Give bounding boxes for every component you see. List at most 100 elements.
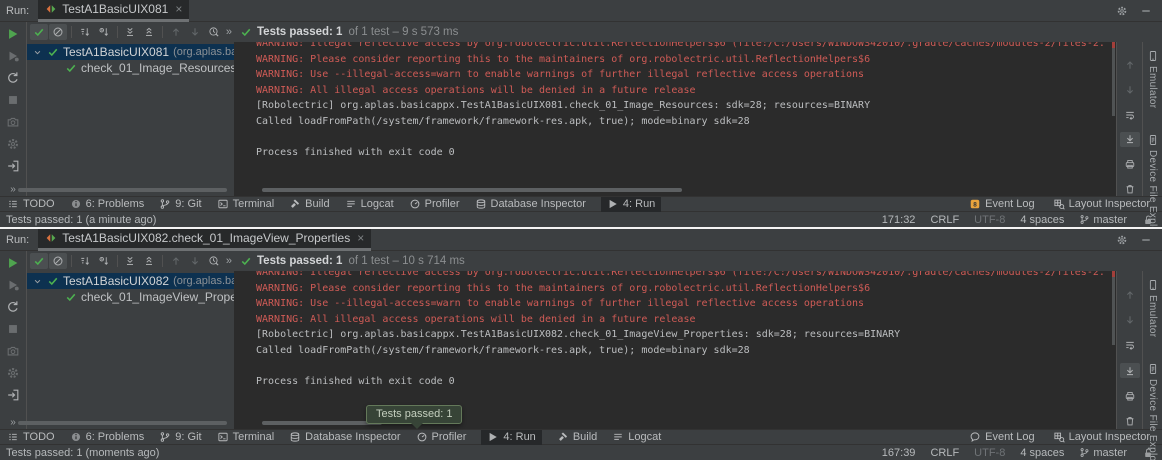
toggle-auto-test-button[interactable] xyxy=(6,71,20,85)
toggle-auto-test-button[interactable] xyxy=(6,300,20,314)
rerun-failed-tests-button[interactable] xyxy=(6,278,20,292)
layout-inspector-button[interactable]: Layout Inspector xyxy=(1053,197,1150,212)
tool-window-hide-icon[interactable] xyxy=(1140,234,1152,246)
previous-failed-test-button[interactable] xyxy=(167,24,185,40)
console-horizontal-scrollbar[interactable] xyxy=(262,421,382,425)
toolbar-item-git[interactable]: 9: Git xyxy=(159,197,201,212)
sort-alphabetically-button[interactable] xyxy=(76,24,94,40)
tool-window-settings-gear-icon[interactable] xyxy=(1116,234,1128,246)
clear-console-button[interactable] xyxy=(1120,414,1140,429)
toolbar-item-problems[interactable]: 6: Problems xyxy=(70,197,145,212)
test-tree-root-row[interactable]: TestA1BasicUIX082 (org.aplas.basica 10 s… xyxy=(27,273,234,289)
toolbar-item-run[interactable]: 4: Run xyxy=(601,197,661,212)
soft-wrap-toggle[interactable] xyxy=(1120,338,1140,353)
tab-close-icon[interactable]: × xyxy=(357,231,364,245)
run-console[interactable]: WARNING: Illegal reflective access by or… xyxy=(234,42,1116,196)
sort-alphabetically-button[interactable] xyxy=(76,253,94,269)
console-horizontal-scrollbar[interactable] xyxy=(262,188,682,192)
rerun-tests-button[interactable] xyxy=(6,27,20,41)
caret-position[interactable]: 167:39 xyxy=(882,447,916,459)
test-tree-child-row[interactable]: check_01_ImageView_Properties 10 s 714 m… xyxy=(27,289,234,305)
toolbar-item-logcat[interactable]: Logcat xyxy=(612,430,661,445)
up-stacktrace-button[interactable] xyxy=(1120,287,1140,302)
show-passed-toggle[interactable] xyxy=(30,253,48,269)
collapse-all-button[interactable] xyxy=(140,253,158,269)
toolbar-item-terminal[interactable]: Terminal xyxy=(217,430,275,445)
toolbar-more-chevron-icon[interactable]: » xyxy=(224,26,234,38)
tree-horizontal-scrollbar[interactable] xyxy=(18,188,227,192)
console-vertical-scrollbar[interactable] xyxy=(1112,271,1115,345)
scroll-to-end-toggle[interactable] xyxy=(1120,132,1140,147)
toolbar-item-run[interactable]: 4: Run xyxy=(481,430,541,445)
run-tab[interactable]: TestA1BasicUIX081 × xyxy=(38,0,189,22)
toolbar-item-git[interactable]: 9: Git xyxy=(159,430,201,445)
next-failed-test-button[interactable] xyxy=(186,24,204,40)
encoding-indicator[interactable]: UTF-8 xyxy=(974,447,1005,459)
tab-close-icon[interactable]: × xyxy=(175,2,182,16)
expand-all-button[interactable] xyxy=(121,253,139,269)
show-ignored-toggle[interactable] xyxy=(49,24,67,40)
print-console-button[interactable] xyxy=(1120,157,1140,172)
soft-wrap-toggle[interactable] xyxy=(1120,107,1140,122)
thread-dump-camera-icon[interactable] xyxy=(6,344,20,358)
import-tests-button[interactable] xyxy=(6,388,20,402)
previous-failed-test-button[interactable] xyxy=(167,253,185,269)
show-passed-toggle[interactable] xyxy=(30,24,48,40)
import-tests-button[interactable] xyxy=(6,159,20,173)
sidebar-item-device-file-explorer[interactable]: Device File Explorer xyxy=(1147,134,1159,227)
down-stacktrace-button[interactable] xyxy=(1120,83,1140,98)
event-log-button[interactable]: Event Log xyxy=(969,197,1035,212)
git-branch-widget[interactable]: master xyxy=(1079,214,1127,226)
next-failed-test-button[interactable] xyxy=(186,253,204,269)
toolbar-item-todo[interactable]: TODO xyxy=(7,197,55,212)
rerun-tests-button[interactable] xyxy=(6,256,20,270)
show-ignored-toggle[interactable] xyxy=(49,253,67,269)
test-history-button[interactable] xyxy=(205,253,223,269)
caret-position[interactable]: 171:32 xyxy=(882,214,916,226)
up-stacktrace-button[interactable] xyxy=(1120,58,1140,73)
toolbar-item-profiler[interactable]: Profiler xyxy=(416,430,467,445)
stop-button[interactable] xyxy=(6,93,20,107)
down-stacktrace-button[interactable] xyxy=(1120,312,1140,327)
test-history-button[interactable] xyxy=(205,24,223,40)
console-vertical-scrollbar[interactable] xyxy=(1112,42,1115,116)
collapse-all-button[interactable] xyxy=(140,24,158,40)
rerun-failed-tests-button[interactable] xyxy=(6,49,20,63)
test-tree-root-row[interactable]: TestA1BasicUIX081 (org.aplas.basica 9 s … xyxy=(27,44,234,60)
toolbar-item-terminal[interactable]: Terminal xyxy=(217,197,275,212)
indent-indicator[interactable]: 4 spaces xyxy=(1020,214,1064,226)
thread-dump-camera-icon[interactable] xyxy=(6,115,20,129)
stop-button[interactable] xyxy=(6,322,20,336)
scroll-to-end-toggle[interactable] xyxy=(1120,363,1140,378)
toolbar-more-chevron-icon[interactable]: » xyxy=(224,255,234,267)
expand-all-button[interactable] xyxy=(121,24,139,40)
sidebar-item-emulator[interactable]: Emulator xyxy=(1147,50,1159,108)
tool-window-hide-icon[interactable] xyxy=(1140,5,1152,17)
test-settings-gear-icon[interactable] xyxy=(6,137,20,151)
toolbar-item-build[interactable]: Build xyxy=(557,430,597,445)
expander-chevron-down-icon[interactable] xyxy=(32,276,43,287)
sort-by-duration-button[interactable] xyxy=(95,253,113,269)
print-console-button[interactable] xyxy=(1120,388,1140,403)
sidebar-item-emulator[interactable]: Emulator xyxy=(1147,279,1159,337)
layout-inspector-button[interactable]: Layout Inspector xyxy=(1053,430,1150,445)
test-settings-gear-icon[interactable] xyxy=(6,366,20,380)
test-tree-child-row[interactable]: check_01_Image_Resources 9 s 573 ms xyxy=(27,60,234,76)
toolbar-item-database-inspector[interactable]: Database Inspector xyxy=(289,430,400,445)
encoding-indicator[interactable]: UTF-8 xyxy=(974,214,1005,226)
toolbar-item-todo[interactable]: TODO xyxy=(7,430,55,445)
sidebar-item-device-file-explorer[interactable]: Device File Explorer xyxy=(1147,363,1159,460)
indent-indicator[interactable]: 4 spaces xyxy=(1020,447,1064,459)
toolbar-item-database-inspector[interactable]: Database Inspector xyxy=(475,197,586,212)
toolbar-item-profiler[interactable]: Profiler xyxy=(409,197,460,212)
toolbar-item-problems[interactable]: 6: Problems xyxy=(70,430,145,445)
git-branch-widget[interactable]: master xyxy=(1079,447,1127,459)
line-ending-indicator[interactable]: CRLF xyxy=(930,447,959,459)
event-log-button[interactable]: Event Log xyxy=(969,430,1035,445)
line-ending-indicator[interactable]: CRLF xyxy=(930,214,959,226)
expander-chevron-down-icon[interactable] xyxy=(32,47,43,58)
run-tab[interactable]: TestA1BasicUIX082.check_01_ImageView_Pro… xyxy=(38,229,371,251)
toolbar-item-build[interactable]: Build xyxy=(289,197,329,212)
tree-horizontal-scrollbar[interactable] xyxy=(18,421,227,425)
toolbar-item-logcat[interactable]: Logcat xyxy=(345,197,394,212)
